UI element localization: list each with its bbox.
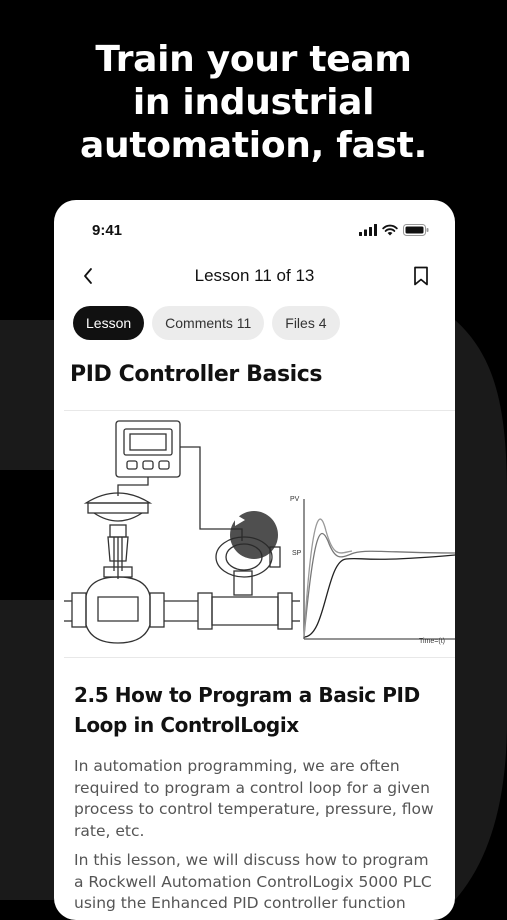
graph-sp-label: SP [292,550,302,557]
chevron-left-icon [84,268,92,284]
section-paragraph-1: In automation programming, we are often … [74,757,434,840]
graph-time-label: Time=(t) [419,638,445,645]
lesson-nav-bar: Lesson 11 of 13 [74,260,435,292]
cellular-signal-icon [359,224,377,236]
status-bar: 9:41 [92,220,429,240]
tab-comments[interactable]: Comments 11 [152,306,265,340]
section-paragraph-2: In this lesson, we will discuss how to p… [74,851,432,912]
headline-line-1: Train your team [95,39,412,80]
lesson-video[interactable]: PV SP Time=(t) [64,410,455,658]
back-button[interactable] [74,262,102,290]
lesson-progress-title: Lesson 11 of 13 [194,266,315,285]
lesson-title: PID Controller Basics [70,362,323,387]
bookmark-icon [414,266,428,286]
status-time: 9:41 [92,221,123,239]
headline: Train your team in industrial automation… [0,38,507,167]
play-icon [235,514,245,526]
tab-files[interactable]: Files 4 [272,306,340,340]
section-title: 2.5 How to Program a Basic PID Loop in C… [74,683,420,737]
headline-line-3: automation, fast. [80,125,427,166]
lesson-tabs: Lesson Comments 11 Files 4 [73,306,340,340]
graph-pv-label: PV [290,496,300,503]
play-button[interactable] [230,511,278,559]
status-icons [359,224,429,236]
bookmark-button[interactable] [407,262,435,290]
tab-lesson[interactable]: Lesson [73,306,145,340]
phone-screen: 9:41 Lesson 11 of 13 Lesson Comments 11 … [54,200,455,920]
headline-line-2: in industrial [132,82,375,123]
wifi-icon [382,224,398,236]
battery-icon [403,224,429,236]
